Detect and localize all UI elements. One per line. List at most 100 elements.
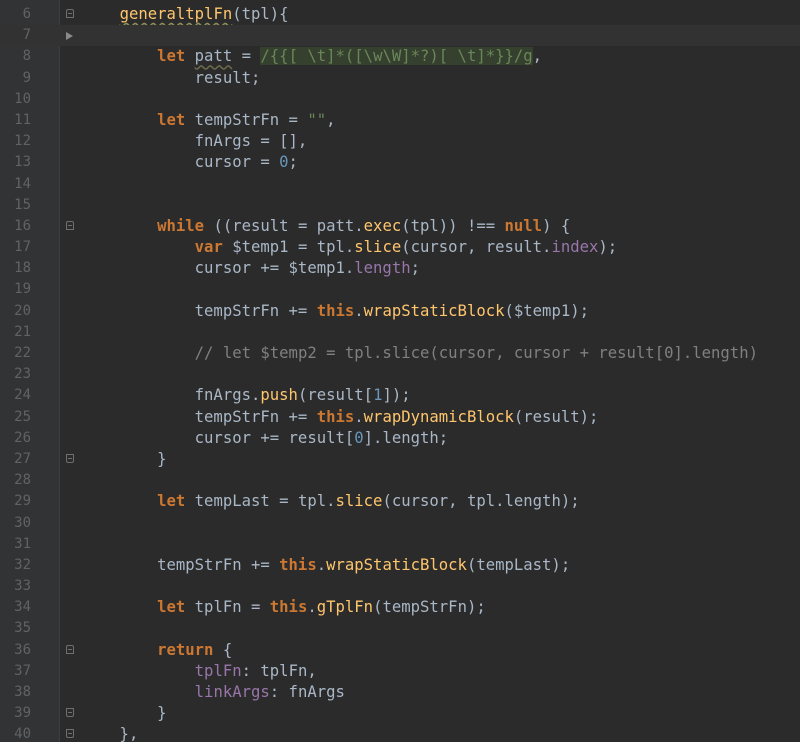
code-token: $temp1 = tpl. xyxy=(222,238,355,257)
code-line[interactable]: 37 tplFn: tplFn, xyxy=(0,661,800,682)
code-line[interactable]: 10 xyxy=(0,89,800,110)
code-line[interactable]: 9 result; xyxy=(0,68,800,89)
fold-collapse-icon[interactable] xyxy=(66,453,74,463)
line-number: 26 xyxy=(14,429,31,446)
code-line[interactable]: 6 generaltplFn(tpl){ xyxy=(0,4,800,25)
line-number: 10 xyxy=(14,90,31,107)
code-text: let tplFn = this.gTplFn(tempStrFn); xyxy=(82,597,486,618)
fold-collapse-icon[interactable] xyxy=(66,708,74,718)
code-text: tempStrFn += this.wrapDynamicBlock(resul… xyxy=(82,407,599,428)
code-line[interactable]: 36 return { xyxy=(0,640,800,661)
code-line[interactable]: 29 let tempLast = tpl.slice(cursor, tpl.… xyxy=(0,491,800,512)
fold-expand-icon[interactable] xyxy=(66,9,74,18)
code-token: index xyxy=(551,238,599,257)
code-token: (cursor, result. xyxy=(401,238,552,257)
line-number: 20 xyxy=(14,302,31,319)
line-number: 24 xyxy=(14,387,31,404)
code-token: fnArgs. xyxy=(82,386,261,405)
code-line[interactable]: 39 } xyxy=(0,703,800,724)
code-token: }, xyxy=(82,725,139,742)
code-token: wrapStaticBlock xyxy=(363,301,505,320)
code-text: cursor += $temp1.length; xyxy=(82,258,420,279)
code-token: "" xyxy=(307,110,327,129)
code-line[interactable]: 14 xyxy=(0,174,800,195)
code-line[interactable]: 19 xyxy=(0,279,800,300)
code-line[interactable]: 34 let tplFn = this.gTplFn(tempStrFn); xyxy=(0,597,800,618)
fold-expand-icon[interactable] xyxy=(66,220,74,230)
code-line[interactable]: 27 } xyxy=(0,449,800,470)
code-token: tplFn = xyxy=(185,598,270,617)
code-token: ; xyxy=(410,259,420,278)
fold-expand-icon[interactable] xyxy=(66,644,74,654)
code-line[interactable]: 8 let patt = /{{[ \t]*([\w\W]*?)[ \t]*}}… xyxy=(0,46,800,67)
code-token: patt xyxy=(194,47,233,66)
code-line[interactable]: 22 // let $temp2 = tpl.slice(cursor, cur… xyxy=(0,343,800,364)
code-line[interactable]: 16 while ((result = patt.exec(tpl)) !== … xyxy=(0,216,800,237)
line-number: 23 xyxy=(14,366,31,383)
code-token: . xyxy=(354,407,364,426)
line-number: 22 xyxy=(14,345,31,361)
line-number: 28 xyxy=(14,472,31,489)
code-token: cursor = xyxy=(82,153,280,172)
code-token: this xyxy=(316,407,355,426)
code-line[interactable]: 25 tempStrFn += this.wrapDynamicBlock(re… xyxy=(0,407,800,428)
code-line[interactable]: 32 tempStrFn += this.wrapStaticBlock(tem… xyxy=(0,555,800,576)
code-token: this xyxy=(316,301,355,320)
code-token: tempStrFn += xyxy=(82,555,280,574)
code-line[interactable]: 33 xyxy=(0,576,800,597)
code-line[interactable]: 21 xyxy=(0,322,800,343)
line-number: 25 xyxy=(14,408,31,425)
code-token: wrapStaticBlock xyxy=(326,555,467,574)
code-token: . xyxy=(316,555,327,574)
code-token: (tempLast); xyxy=(466,555,571,574)
code-token: let xyxy=(157,598,186,617)
code-text: let tempLast = tpl.slice(cursor, tpl.len… xyxy=(82,491,580,512)
code-editor[interactable]: 6 generaltplFn(tpl){7 8 let patt = /{{[ \… xyxy=(0,0,800,742)
code-line[interactable]: 11 let tempStrFn = "", xyxy=(0,110,800,131)
code-token: this xyxy=(279,555,317,574)
code-text: while ((result = patt.exec(tpl)) !== nul… xyxy=(82,216,570,237)
code-token: 0 xyxy=(354,428,364,447)
code-line[interactable]: 13 cursor = 0; xyxy=(0,152,800,173)
code-line[interactable]: 23 xyxy=(0,364,800,385)
code-line[interactable]: 18 cursor += $temp1.length; xyxy=(0,258,800,279)
code-token: 0 xyxy=(279,153,289,172)
line-number: 29 xyxy=(14,493,31,510)
code-token: (tpl)) !== xyxy=(401,216,505,235)
line-number: 39 xyxy=(14,705,31,722)
code-token: exec xyxy=(363,216,402,235)
code-token: ); xyxy=(598,238,618,257)
caret-arrow-icon xyxy=(66,32,73,41)
code-line[interactable]: 17 var $temp1 = tpl.slice(cursor, result… xyxy=(0,237,800,258)
code-token: = xyxy=(232,47,261,66)
code-token: , xyxy=(326,110,336,129)
code-text: // let $temp2 = tpl.slice(cursor, cursor… xyxy=(82,343,758,364)
code-line[interactable]: 15 xyxy=(0,195,800,216)
code-line[interactable]: 26 cursor += result[0].length; xyxy=(0,428,800,449)
fold-collapse-icon[interactable] xyxy=(66,729,74,739)
code-line[interactable]: 28 xyxy=(0,470,800,491)
code-text: var $temp1 = tpl.slice(cursor, result.in… xyxy=(82,237,618,258)
code-text: fnArgs.push(result[1]); xyxy=(82,385,411,406)
code-line[interactable]: 30 xyxy=(0,513,800,534)
code-line[interactable]: 31 xyxy=(0,534,800,555)
code-line[interactable]: 7 xyxy=(0,25,800,47)
code-line[interactable]: 40 }, xyxy=(0,724,800,742)
line-number: 31 xyxy=(14,535,31,552)
code-token: length xyxy=(354,259,411,278)
code-area[interactable]: 6 generaltplFn(tpl){7 8 let patt = /{{[ \… xyxy=(0,4,800,742)
code-line[interactable]: 35 xyxy=(0,618,800,639)
code-line[interactable]: 20 tempStrFn += this.wrapStaticBlock($te… xyxy=(0,301,800,322)
code-line[interactable]: 38 linkArgs: fnArgs xyxy=(0,682,800,703)
line-number: 12 xyxy=(14,133,31,150)
code-token: ; xyxy=(288,153,298,172)
line-number: 14 xyxy=(14,175,31,192)
code-text: cursor += result[0].length; xyxy=(82,428,449,449)
code-line[interactable]: 24 fnArgs.push(result[1]); xyxy=(0,385,800,406)
code-line[interactable]: 12 fnArgs = [], xyxy=(0,131,800,152)
